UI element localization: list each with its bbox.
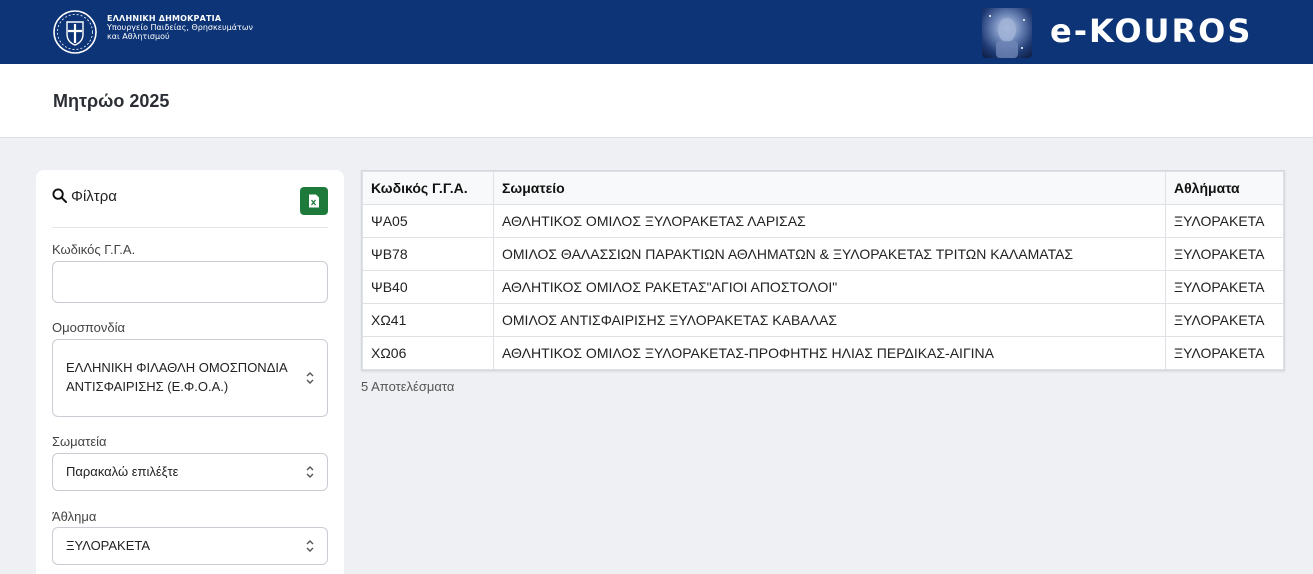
cell-sports: ΞΥΛΟΡΑΚΕΤΑ bbox=[1165, 303, 1284, 337]
kouros-statue-image bbox=[982, 8, 1032, 58]
filters-title: Φίλτρα bbox=[52, 188, 117, 205]
cell-code: ΧΩ41 bbox=[362, 303, 494, 337]
code-input[interactable] bbox=[52, 261, 328, 303]
code-label: Κωδικός Γ.Γ.Α. bbox=[52, 242, 136, 257]
top-bar: ΕΛΛΗΝΙΚΗ ΔΗΜΟΚΡΑΤΙΑ Υπουργείο Παιδείας, … bbox=[0, 0, 1313, 64]
gov-country-text: ΕΛΛΗΝΙΚΗ ΔΗΜΟΚΡΑΤΙΑ bbox=[107, 14, 222, 23]
cell-sports: ΞΥΛΟΡΑΚΕΤΑ bbox=[1165, 204, 1284, 238]
results-table: Κωδικός Γ.Γ.Α. Σωματείο Αθλήματα ΨΑ05 ΑΘ… bbox=[361, 170, 1285, 371]
search-icon bbox=[52, 188, 67, 203]
excel-icon bbox=[309, 194, 319, 208]
filters-header: Φίλτρα bbox=[52, 184, 328, 228]
federation-select-value: ΕΛΛΗΝΙΚΗ ΦΙΛΑΘΛΗ ΟΜΟΣΠΟΝΔΙΑ ΑΝΤΙΣΦΑΙΡΙΣΗ… bbox=[66, 360, 287, 394]
page-title: Μητρώο 2025 bbox=[53, 91, 170, 111]
table-row[interactable]: ΧΩ06 ΑΘΛΗΤΙΚΟΣ ΟΜΙΛΟΣ ΞΥΛΟΡΑΚΕΤΑΣ-ΠΡΟΦΗΤ… bbox=[362, 336, 1284, 370]
export-excel-button[interactable] bbox=[300, 187, 328, 215]
sport-label: Άθλημα bbox=[52, 509, 97, 524]
club-select[interactable]: Παρακαλώ επιλέξτε bbox=[52, 453, 328, 491]
chevron-up-down-icon bbox=[306, 466, 314, 478]
table-header-row: Κωδικός Γ.Γ.Α. Σωματείο Αθλήματα bbox=[362, 171, 1284, 205]
brand-logo[interactable]: e-KOUROS bbox=[1050, 12, 1252, 50]
column-header-sports[interactable]: Αθλήματα bbox=[1165, 171, 1284, 205]
cell-club: ΑΘΛΗΤΙΚΟΣ ΟΜΙΛΟΣ ΡΑΚΕΤΑΣ"ΑΓΙΟΙ ΑΠΟΣΤΟΛΟΙ… bbox=[493, 270, 1166, 304]
federation-select[interactable]: ΕΛΛΗΝΙΚΗ ΦΙΛΑΘΛΗ ΟΜΟΣΠΟΝΔΙΑ ΑΝΤΙΣΦΑΙΡΙΣΗ… bbox=[52, 339, 328, 417]
club-label: Σωματεία bbox=[52, 434, 107, 449]
cell-club: ΟΜΙΛΟΣ ΑΝΤΙΣΦΑΙΡΙΣΗΣ ΞΥΛΟΡΑΚΕΤΑΣ ΚΑΒΑΛΑΣ bbox=[493, 303, 1166, 337]
club-select-value: Παρακαλώ επιλέξτε bbox=[66, 463, 179, 479]
page-header: Μητρώο 2025 bbox=[0, 64, 1313, 138]
results-count: 5 Αποτελέσματα bbox=[361, 379, 455, 394]
column-header-code[interactable]: Κωδικός Γ.Γ.Α. bbox=[362, 171, 494, 205]
gov-ministry-text-2: και Αθλητισμού bbox=[107, 32, 170, 42]
sport-select[interactable]: ΞΥΛΟΡΑΚΕΤΑ bbox=[52, 527, 328, 565]
cell-code: ΨΒ78 bbox=[362, 237, 494, 271]
table-row[interactable]: ΨΑ05 ΑΘΛΗΤΙΚΟΣ ΟΜΙΛΟΣ ΞΥΛΟΡΑΚΕΤΑΣ ΛΑΡΙΣΑ… bbox=[362, 204, 1284, 238]
cell-club: ΑΘΛΗΤΙΚΟΣ ΟΜΙΛΟΣ ΞΥΛΟΡΑΚΕΤΑΣ-ΠΡΟΦΗΤΗΣ ΗΛ… bbox=[493, 336, 1166, 370]
table-row[interactable]: ΨΒ40 ΑΘΛΗΤΙΚΟΣ ΟΜΙΛΟΣ ΡΑΚΕΤΑΣ"ΑΓΙΟΙ ΑΠΟΣ… bbox=[362, 270, 1284, 304]
chevron-up-down-icon bbox=[306, 372, 314, 384]
chevron-up-down-icon bbox=[306, 540, 314, 552]
cell-code: ΨΒ40 bbox=[362, 270, 494, 304]
cell-sports: ΞΥΛΟΡΑΚΕΤΑ bbox=[1165, 336, 1284, 370]
cell-code: ΧΩ06 bbox=[362, 336, 494, 370]
greek-coat-of-arms-icon bbox=[53, 10, 97, 54]
cell-club: ΑΘΛΗΤΙΚΟΣ ΟΜΙΛΟΣ ΞΥΛΟΡΑΚΕΤΑΣ ΛΑΡΙΣΑΣ bbox=[493, 204, 1166, 238]
government-label: ΕΛΛΗΝΙΚΗ ΔΗΜΟΚΡΑΤΙΑ Υπουργείο Παιδείας, … bbox=[107, 14, 253, 42]
cell-sports: ΞΥΛΟΡΑΚΕΤΑ bbox=[1165, 237, 1284, 271]
cell-sports: ΞΥΛΟΡΑΚΕΤΑ bbox=[1165, 270, 1284, 304]
filters-title-label: Φίλτρα bbox=[71, 188, 117, 205]
table-row[interactable]: ΨΒ78 ΟΜΙΛΟΣ ΘΑΛΑΣΣΙΩΝ ΠΑΡΑΚΤΙΩΝ ΑΘΛΗΜΑΤΩ… bbox=[362, 237, 1284, 271]
table-row[interactable]: ΧΩ41 ΟΜΙΛΟΣ ΑΝΤΙΣΦΑΙΡΙΣΗΣ ΞΥΛΟΡΑΚΕΤΑΣ ΚΑ… bbox=[362, 303, 1284, 337]
filters-panel: Φίλτρα Κωδικός Γ.Γ.Α. Ομοσπονδία ΕΛΛΗΝΙΚ… bbox=[36, 170, 344, 574]
gov-ministry-text: Υπουργείο Παιδείας, Θρησκευμάτων bbox=[107, 23, 254, 33]
federation-label: Ομοσπονδία bbox=[52, 320, 126, 335]
cell-club: ΟΜΙΛΟΣ ΘΑΛΑΣΣΙΩΝ ΠΑΡΑΚΤΙΩΝ ΑΘΛΗΜΑΤΩΝ & Ξ… bbox=[493, 237, 1166, 271]
sport-select-value: ΞΥΛΟΡΑΚΕΤΑ bbox=[66, 537, 151, 553]
cell-code: ΨΑ05 bbox=[362, 204, 494, 238]
column-header-club[interactable]: Σωματείο bbox=[493, 171, 1166, 205]
